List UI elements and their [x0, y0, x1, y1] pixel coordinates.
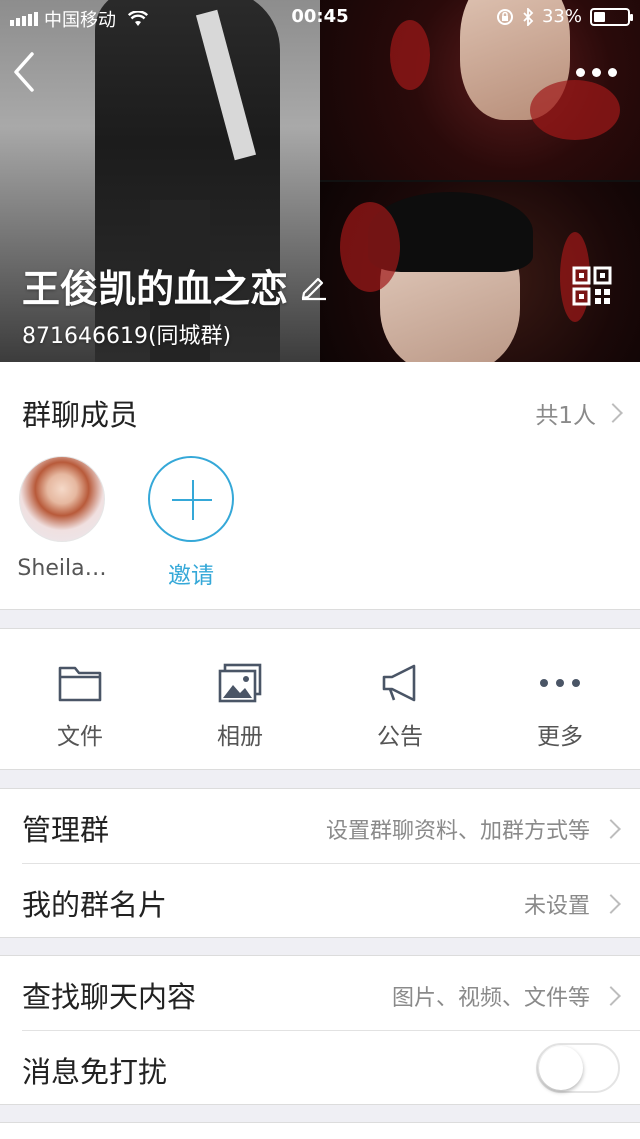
members-title: 群聊成员	[22, 398, 139, 432]
more-icon	[575, 67, 585, 77]
search-section: 查找聊天内容 图片、视频、文件等 消息免打扰	[0, 955, 640, 1105]
battery-percent: 33%	[541, 6, 582, 27]
chevron-right-icon	[601, 819, 621, 839]
album-button[interactable]: 相册	[180, 661, 300, 751]
megaphone-icon	[382, 664, 416, 702]
search-history-row[interactable]: 查找聊天内容 图片、视频、文件等	[0, 956, 640, 1030]
files-button[interactable]: 文件	[20, 661, 140, 751]
more-tools-button[interactable]: 更多	[500, 661, 620, 751]
do-not-disturb-row: 消息免打扰	[0, 1031, 640, 1105]
members-count[interactable]: 共1人	[535, 396, 623, 430]
do-not-disturb-toggle[interactable]	[536, 1043, 620, 1093]
avatar	[19, 456, 105, 542]
status-bar: 中国移动 00:45 33%	[0, 0, 640, 36]
more-dots-icon	[540, 679, 580, 687]
announcement-button[interactable]: 公告	[340, 661, 460, 751]
chevron-right-icon	[601, 986, 621, 1006]
manage-section: 管理群 设置群聊资料、加群方式等 我的群名片 未设置	[0, 788, 640, 938]
group-id: 871646619(同城群)	[22, 324, 232, 349]
back-button[interactable]	[10, 50, 50, 94]
next-section-peek	[0, 1122, 640, 1139]
qr-code-icon[interactable]	[572, 266, 612, 306]
back-icon	[14, 52, 34, 92]
tools-section: 文件 相册 公告 更多	[0, 628, 640, 770]
more-options-button[interactable]	[572, 60, 620, 84]
group-name-text: 王俊凯的血之恋	[22, 267, 289, 311]
members-section: 群聊成员 共1人 Sheila… 邀请	[0, 362, 640, 610]
folder-icon	[58, 666, 102, 702]
group-card-row[interactable]: 我的群名片 未设置	[0, 864, 640, 938]
album-icon	[218, 663, 262, 703]
chevron-right-icon	[603, 403, 623, 423]
member-item[interactable]: Sheila…	[12, 456, 112, 581]
invite-label: 邀请	[168, 563, 214, 589]
plus-icon	[148, 456, 234, 542]
invite-button[interactable]: 邀请	[141, 456, 241, 590]
group-cover: 中国移动 00:45 33% 王俊凯的血之恋 871646619(同城群)	[0, 0, 640, 362]
bluetooth-icon	[523, 7, 534, 26]
group-name[interactable]: 王俊凯的血之恋	[22, 258, 328, 313]
member-name: Sheila…	[17, 556, 107, 581]
edit-icon[interactable]	[298, 271, 328, 301]
manage-group-row[interactable]: 管理群 设置群聊资料、加群方式等	[0, 789, 640, 863]
rotation-lock-icon	[496, 8, 513, 25]
chevron-right-icon	[601, 894, 621, 914]
battery-icon	[590, 7, 633, 26]
